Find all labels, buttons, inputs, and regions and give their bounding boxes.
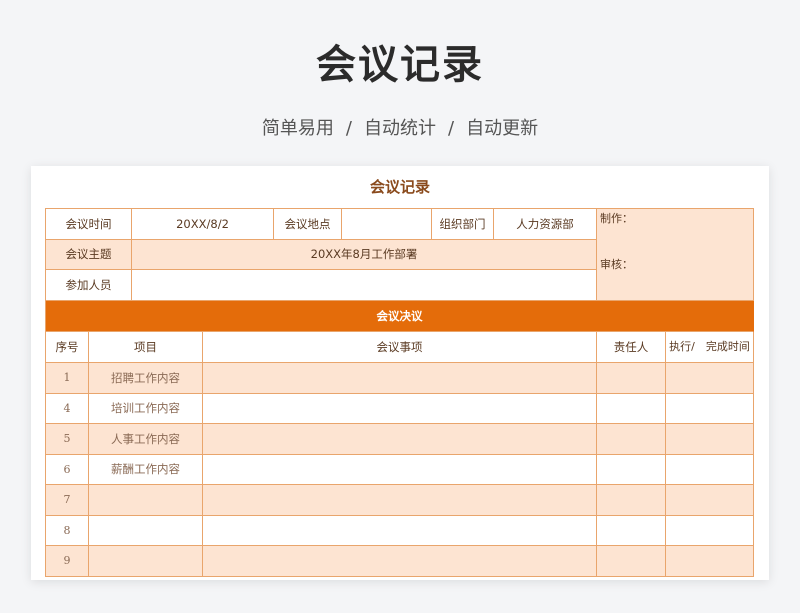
table-row: 4 培训工作内容 bbox=[46, 393, 754, 424]
org-value[interactable]: 人力资源部 bbox=[494, 209, 597, 240]
subtitle-part-1: 简单易用 bbox=[261, 118, 334, 139]
row-matter[interactable] bbox=[203, 454, 597, 485]
table-header-row: 序号 项目 会议事项 责任人 执行/ 完成时间 bbox=[46, 332, 754, 363]
table-row: 5 人事工作内容 bbox=[46, 424, 754, 455]
topic-label: 会议主题 bbox=[46, 239, 132, 270]
header-row-topic: 会议主题 20XX年8月工作部署 bbox=[46, 239, 597, 270]
row-seq: 6 bbox=[46, 454, 89, 485]
row-owner[interactable] bbox=[597, 454, 666, 485]
row-owner[interactable] bbox=[597, 393, 666, 424]
row-owner[interactable] bbox=[597, 485, 666, 516]
row-item[interactable]: 人事工作内容 bbox=[89, 424, 203, 455]
table-row: 1 招聘工作内容 bbox=[46, 363, 754, 394]
row-owner[interactable] bbox=[597, 546, 666, 577]
row-time[interactable] bbox=[666, 424, 754, 455]
row-item[interactable]: 招聘工作内容 bbox=[89, 363, 203, 394]
meeting-record-sheet: 会议时间 20XX/8/2 会议地点 组织部门 人力资源部 会议主题 20XX年… bbox=[45, 208, 754, 577]
row-seq: 5 bbox=[46, 424, 89, 455]
row-seq: 9 bbox=[46, 546, 89, 577]
column-header-time: 执行/ 完成时间 bbox=[666, 332, 754, 363]
row-time[interactable] bbox=[666, 363, 754, 394]
subtitle-separator: / bbox=[448, 118, 455, 139]
row-owner[interactable] bbox=[597, 424, 666, 455]
column-header-owner: 责任人 bbox=[597, 332, 666, 363]
table-row: 8 bbox=[46, 515, 754, 546]
row-item[interactable] bbox=[89, 546, 203, 577]
subtitle: 简单易用 / 自动统计 / 自动更新 bbox=[0, 114, 800, 140]
table-row: 6 薪酬工作内容 bbox=[46, 454, 754, 485]
row-seq: 7 bbox=[46, 485, 89, 516]
location-value[interactable] bbox=[342, 209, 432, 240]
attendees-label: 参加人员 bbox=[46, 270, 132, 301]
document-preview: 会议记录 会议时间 20XX/8/2 会议地点 组织部门 人力资源部 会议主题 … bbox=[31, 166, 769, 580]
column-header-seq: 序号 bbox=[46, 332, 89, 363]
maker-label: 制作： bbox=[600, 212, 633, 225]
row-matter[interactable] bbox=[203, 485, 597, 516]
row-matter[interactable] bbox=[203, 363, 597, 394]
subtitle-part-3: 自动更新 bbox=[466, 118, 539, 139]
row-time[interactable] bbox=[666, 546, 754, 577]
table-row: 7 bbox=[46, 485, 754, 516]
document-title: 会议记录 bbox=[369, 178, 430, 196]
row-matter[interactable] bbox=[203, 393, 597, 424]
row-seq: 8 bbox=[46, 515, 89, 546]
reviewer-label: 审核： bbox=[600, 258, 633, 271]
time-value[interactable]: 20XX/8/2 bbox=[132, 209, 274, 240]
resolutions-section-bar: 会议决议 bbox=[46, 301, 754, 332]
row-seq: 4 bbox=[46, 393, 89, 424]
row-item[interactable] bbox=[89, 515, 203, 546]
signoff-box: 制作： 审核： bbox=[597, 209, 754, 301]
subtitle-part-2: 自动统计 bbox=[364, 118, 436, 139]
subtitle-separator: / bbox=[345, 118, 352, 139]
row-matter[interactable] bbox=[203, 546, 597, 577]
column-header-item: 项目 bbox=[89, 332, 203, 363]
row-time[interactable] bbox=[666, 515, 754, 546]
column-header-matter: 会议事项 bbox=[203, 332, 597, 363]
row-item[interactable]: 薪酬工作内容 bbox=[89, 454, 203, 485]
time-label: 会议时间 bbox=[46, 209, 132, 240]
page-title: 会议记录 bbox=[316, 42, 484, 88]
row-owner[interactable] bbox=[597, 515, 666, 546]
header-row-attendees: 参加人员 bbox=[46, 270, 597, 301]
attendees-value[interactable] bbox=[132, 270, 597, 301]
row-seq: 1 bbox=[46, 363, 89, 394]
row-owner[interactable] bbox=[597, 363, 666, 394]
row-time[interactable] bbox=[666, 454, 754, 485]
row-matter[interactable] bbox=[203, 515, 597, 546]
org-label: 组织部门 bbox=[432, 209, 494, 240]
table-row: 9 bbox=[46, 546, 754, 577]
row-item[interactable] bbox=[89, 485, 203, 516]
row-time[interactable] bbox=[666, 485, 754, 516]
header-block: 会议时间 20XX/8/2 会议地点 组织部门 人力资源部 会议主题 20XX年… bbox=[46, 209, 754, 301]
row-matter[interactable] bbox=[203, 424, 597, 455]
row-item[interactable]: 培训工作内容 bbox=[89, 393, 203, 424]
header-row-time: 会议时间 20XX/8/2 会议地点 组织部门 人力资源部 bbox=[46, 209, 597, 240]
location-label: 会议地点 bbox=[274, 209, 342, 240]
topic-value[interactable]: 20XX年8月工作部署 bbox=[132, 239, 597, 270]
row-time[interactable] bbox=[666, 393, 754, 424]
